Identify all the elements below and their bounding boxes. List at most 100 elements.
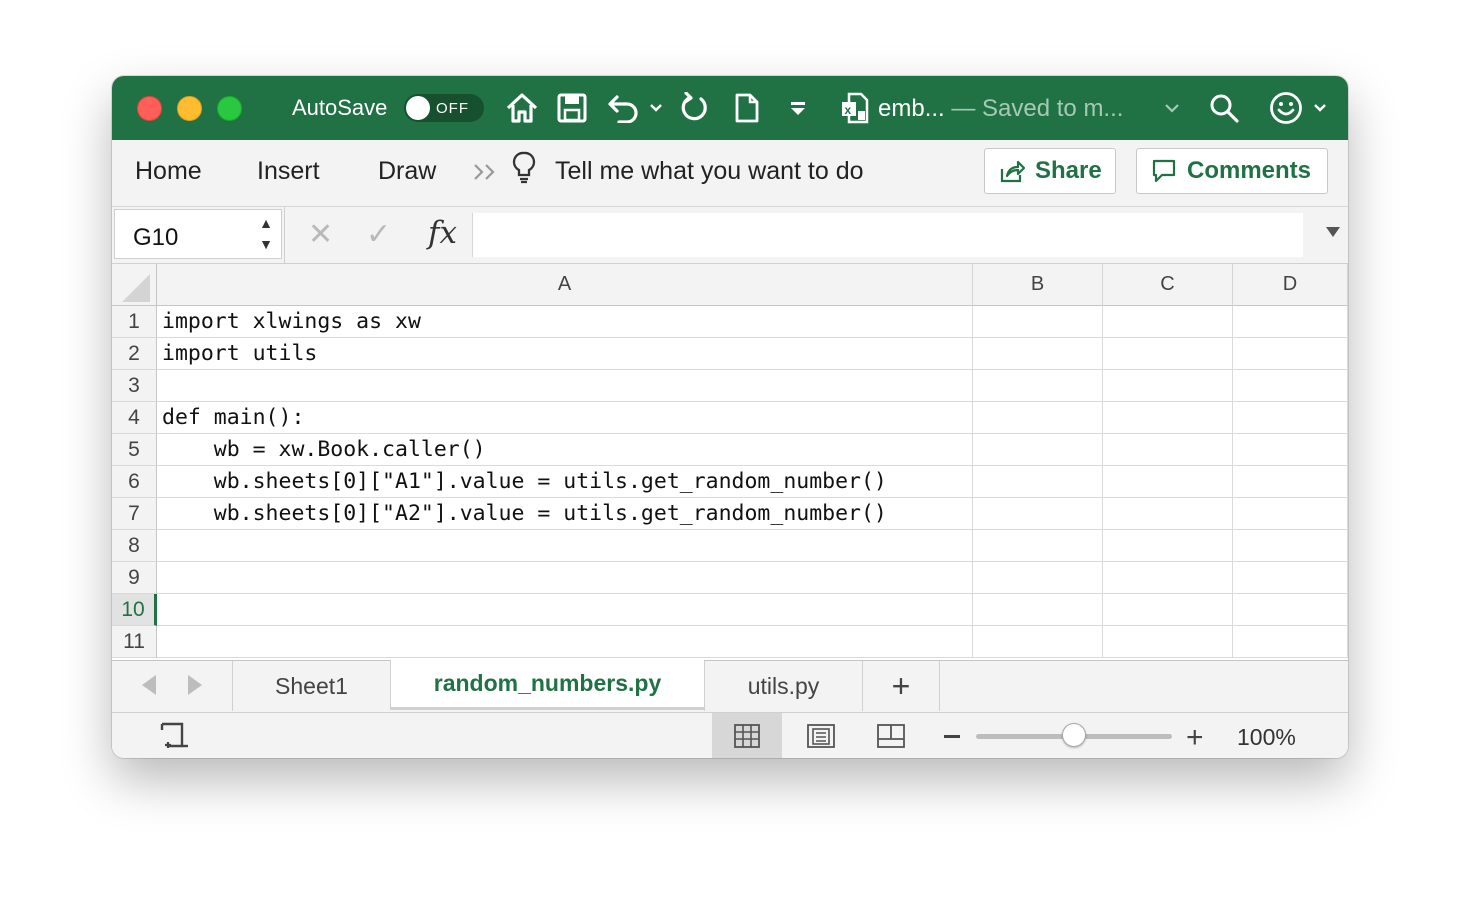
row-header-2[interactable]: 2 bbox=[112, 338, 157, 370]
home-icon[interactable] bbox=[504, 90, 540, 126]
cell-b11[interactable] bbox=[973, 626, 1103, 658]
cell-c4[interactable] bbox=[1103, 402, 1233, 434]
new-document-icon[interactable] bbox=[732, 90, 762, 126]
column-header-a[interactable]: A bbox=[157, 264, 973, 306]
cell-c1[interactable] bbox=[1103, 306, 1233, 338]
sheet-tab-utils[interactable]: utils.py bbox=[704, 661, 862, 711]
row-header-6[interactable]: 6 bbox=[112, 466, 157, 498]
select-all-corner[interactable] bbox=[112, 264, 157, 306]
cell-b3[interactable] bbox=[973, 370, 1103, 402]
minimize-window-button[interactable] bbox=[177, 96, 202, 121]
document-title[interactable]: emb... — Saved to m... bbox=[878, 95, 1123, 123]
row-header-10[interactable]: 10 bbox=[112, 594, 157, 626]
tab-home[interactable]: Home bbox=[135, 157, 202, 186]
cell-d8[interactable] bbox=[1233, 530, 1348, 562]
cell-d5[interactable] bbox=[1233, 434, 1348, 466]
row-header-11[interactable]: 11 bbox=[112, 626, 157, 658]
zoom-window-button[interactable] bbox=[217, 96, 242, 121]
column-header-b[interactable]: B bbox=[973, 264, 1103, 306]
cancel-icon[interactable]: ✕ bbox=[308, 217, 333, 252]
tab-insert[interactable]: Insert bbox=[257, 157, 320, 186]
autosave-toggle[interactable]: OFF bbox=[404, 94, 484, 122]
cell-b1[interactable] bbox=[973, 306, 1103, 338]
cell-b9[interactable] bbox=[973, 562, 1103, 594]
share-button[interactable]: Share bbox=[984, 148, 1116, 194]
cell-c9[interactable] bbox=[1103, 562, 1233, 594]
enter-check-icon[interactable]: ✓ bbox=[366, 217, 391, 252]
title-chevron-down-icon[interactable] bbox=[1162, 90, 1182, 126]
cell-d3[interactable] bbox=[1233, 370, 1348, 402]
undo-icon[interactable] bbox=[606, 90, 642, 126]
page-break-view-button[interactable] bbox=[856, 713, 926, 758]
name-box[interactable]: G10 ▲ ▼ bbox=[114, 209, 282, 259]
cell-a1[interactable]: import xlwings as xw bbox=[157, 306, 973, 338]
cell-b6[interactable] bbox=[973, 466, 1103, 498]
cell-b4[interactable] bbox=[973, 402, 1103, 434]
cell-a7[interactable]: wb.sheets[0]["A2"].value = utils.get_ran… bbox=[157, 498, 973, 530]
cell-d10[interactable] bbox=[1233, 594, 1348, 626]
customize-toolbar-icon[interactable] bbox=[786, 90, 810, 126]
row-header-5[interactable]: 5 bbox=[112, 434, 157, 466]
more-tabs-chevron-icon[interactable] bbox=[472, 162, 498, 187]
cell-a3[interactable] bbox=[157, 370, 973, 402]
row-header-9[interactable]: 9 bbox=[112, 562, 157, 594]
smiley-feedback-icon[interactable] bbox=[1268, 90, 1304, 126]
next-sheet-arrow-icon[interactable] bbox=[188, 675, 202, 695]
page-layout-view-button[interactable] bbox=[786, 713, 856, 758]
zoom-in-button[interactable]: + bbox=[1186, 721, 1204, 755]
insert-function-icon[interactable]: fx bbox=[428, 215, 457, 251]
add-sheet-button[interactable]: + bbox=[862, 661, 940, 711]
cell-b8[interactable] bbox=[973, 530, 1103, 562]
cell-c11[interactable] bbox=[1103, 626, 1233, 658]
zoom-out-button[interactable] bbox=[944, 735, 960, 738]
macro-recording-icon[interactable] bbox=[158, 720, 190, 755]
cell-a11[interactable] bbox=[157, 626, 973, 658]
cell-c6[interactable] bbox=[1103, 466, 1233, 498]
tab-draw[interactable]: Draw bbox=[378, 157, 436, 186]
comments-button[interactable]: Comments bbox=[1136, 148, 1328, 194]
cell-d2[interactable] bbox=[1233, 338, 1348, 370]
zoom-level[interactable]: 100% bbox=[1237, 724, 1296, 751]
name-box-up-arrow-icon[interactable]: ▲ bbox=[259, 215, 273, 231]
sheet-tab-random-numbers[interactable]: random_numbers.py bbox=[390, 660, 704, 710]
cell-b7[interactable] bbox=[973, 498, 1103, 530]
cell-b2[interactable] bbox=[973, 338, 1103, 370]
row-header-7[interactable]: 7 bbox=[112, 498, 157, 530]
cell-c10[interactable] bbox=[1103, 594, 1233, 626]
redo-icon[interactable] bbox=[678, 90, 714, 126]
tell-me-search[interactable]: Tell me what you want to do bbox=[555, 157, 864, 186]
search-icon[interactable] bbox=[1206, 90, 1242, 126]
row-header-1[interactable]: 1 bbox=[112, 306, 157, 338]
cell-d9[interactable] bbox=[1233, 562, 1348, 594]
previous-sheet-arrow-icon[interactable] bbox=[142, 675, 156, 695]
sheet-tab-sheet1[interactable]: Sheet1 bbox=[232, 661, 390, 711]
row-header-4[interactable]: 4 bbox=[112, 402, 157, 434]
row-header-8[interactable]: 8 bbox=[112, 530, 157, 562]
cell-d7[interactable] bbox=[1233, 498, 1348, 530]
cell-a2[interactable]: import utils bbox=[157, 338, 973, 370]
cell-c5[interactable] bbox=[1103, 434, 1233, 466]
cell-a5[interactable]: wb = xw.Book.caller() bbox=[157, 434, 973, 466]
normal-view-button[interactable] bbox=[712, 713, 782, 758]
cell-a10[interactable] bbox=[157, 594, 973, 626]
cell-a8[interactable] bbox=[157, 530, 973, 562]
row-header-3[interactable]: 3 bbox=[112, 370, 157, 402]
cell-a6[interactable]: wb.sheets[0]["A1"].value = utils.get_ran… bbox=[157, 466, 973, 498]
cell-b10[interactable] bbox=[973, 594, 1103, 626]
cell-a9[interactable] bbox=[157, 562, 973, 594]
expand-formula-bar-icon[interactable] bbox=[1326, 227, 1340, 237]
zoom-slider-knob[interactable] bbox=[1062, 723, 1086, 747]
close-window-button[interactable] bbox=[137, 96, 162, 121]
cell-c7[interactable] bbox=[1103, 498, 1233, 530]
save-icon[interactable] bbox=[554, 90, 590, 126]
cell-c2[interactable] bbox=[1103, 338, 1233, 370]
cell-d11[interactable] bbox=[1233, 626, 1348, 658]
cell-b5[interactable] bbox=[973, 434, 1103, 466]
column-header-c[interactable]: C bbox=[1103, 264, 1233, 306]
cell-a4[interactable]: def main(): bbox=[157, 402, 973, 434]
column-header-d[interactable]: D bbox=[1233, 264, 1348, 306]
undo-dropdown-chevron-icon[interactable] bbox=[648, 90, 664, 126]
cell-c3[interactable] bbox=[1103, 370, 1233, 402]
cell-c8[interactable] bbox=[1103, 530, 1233, 562]
cell-d6[interactable] bbox=[1233, 466, 1348, 498]
